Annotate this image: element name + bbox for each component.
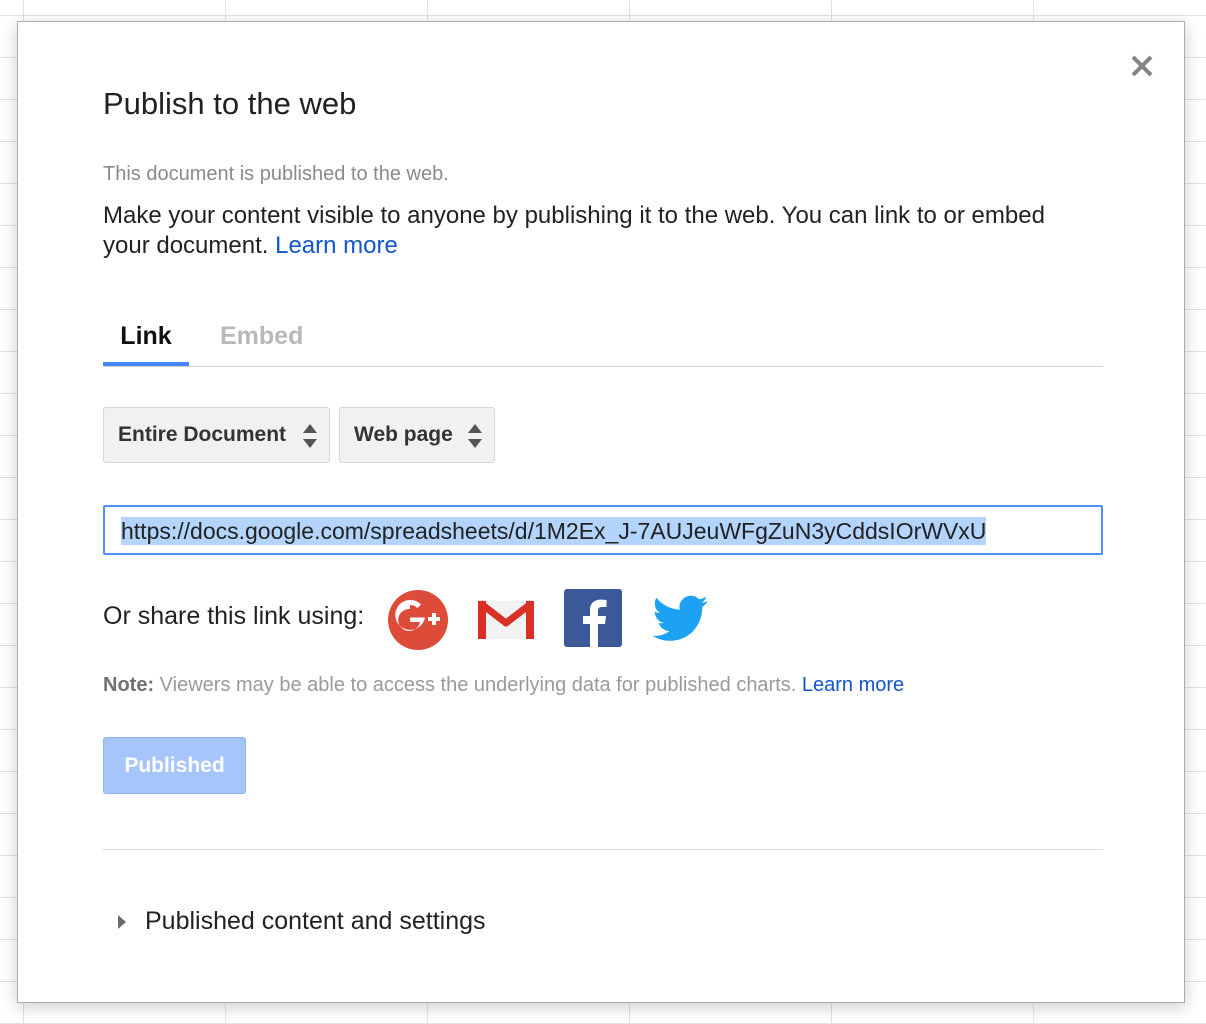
publish-dialog: Publish to the web This document is publ… [17,21,1185,1003]
close-icon[interactable] [1128,52,1156,80]
google-plus-icon[interactable] [386,587,450,651]
tab-embed[interactable]: Embed [220,318,303,366]
learn-more-link[interactable]: Learn more [275,232,398,259]
section-divider [103,849,1103,850]
scope-select[interactable]: Entire Document [103,407,330,463]
twitter-icon[interactable] [648,587,712,651]
note-text: Viewers may be able to access the underl… [159,674,797,696]
expand-triangle-icon [118,915,126,929]
dialog-title: Publish to the web [103,86,357,121]
publish-note: Note: Viewers may be able to access the … [103,674,904,697]
note-learn-more-link[interactable]: Learn more [802,674,904,696]
publish-status-text: This document is published to the web. [103,163,449,185]
gmail-icon[interactable] [474,587,538,651]
published-button[interactable]: Published [103,737,246,794]
publish-url-text: https://docs.google.com/spreadsheets/d/1… [121,517,987,545]
facebook-icon[interactable] [562,587,626,651]
share-label: Or share this link using: [103,602,365,630]
description-text: Make your content visible to anyone by p… [103,202,1045,259]
select-arrows-icon [303,424,317,448]
note-label: Note: [103,674,155,696]
scope-select-value: Entire Document [118,423,287,446]
format-select-value: Web page [354,423,453,446]
published-settings-label: Published content and settings [145,907,486,935]
tab-bar: Link Embed [103,318,1103,367]
select-arrows-icon [468,424,482,448]
dialog-description: Make your content visible to anyone by p… [103,201,1063,261]
format-select[interactable]: Web page [339,407,495,463]
tab-link[interactable]: Link [103,318,189,366]
publish-url-field[interactable]: https://docs.google.com/spreadsheets/d/1… [103,505,1103,555]
